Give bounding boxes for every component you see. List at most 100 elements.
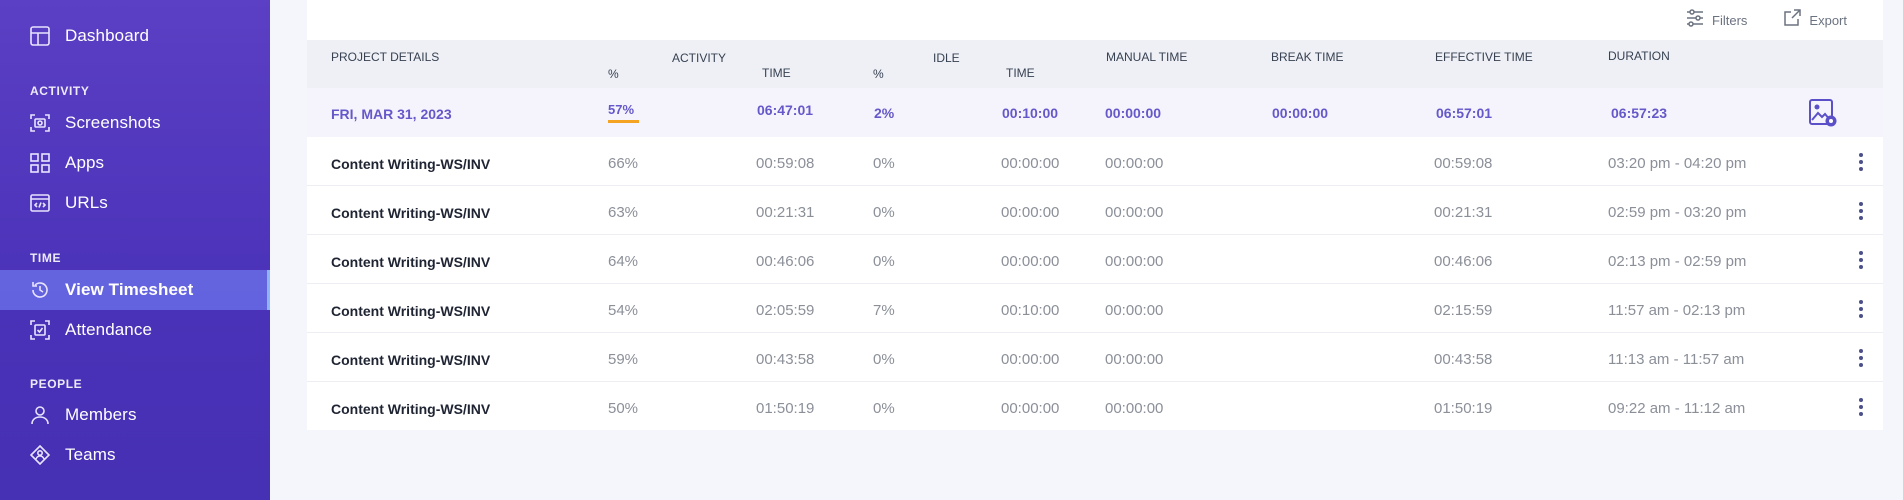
idle-time: 00:00:00: [1001, 351, 1060, 368]
table-row[interactable]: Content Writing-WS/INV 54% 02:05:59 7% 0…: [307, 284, 1883, 333]
sidebar-item-label: Attendance: [65, 320, 153, 339]
section-title-activity: ACTIVITY: [30, 84, 90, 98]
header-idle: IDLE: [933, 51, 960, 65]
activity-time: 01:50:19: [756, 400, 815, 417]
day-idle-percent: 2%: [874, 105, 895, 121]
activity-bar: [608, 120, 639, 123]
duration-range: 11:57 am - 02:13 pm: [1608, 302, 1746, 319]
header-effective-time: EFFECTIVE TIME: [1435, 50, 1533, 64]
sidebar-item-label: View Timesheet: [65, 280, 194, 299]
activity-time: 00:59:08: [756, 155, 815, 172]
activity-percent: 59%: [608, 351, 639, 368]
effective-time: 00:21:31: [1434, 204, 1493, 221]
header-idle-time: TIME: [1006, 66, 1035, 80]
sidebar-item-label: Teams: [65, 445, 116, 464]
table-row[interactable]: Content Writing-WS/INV 59% 00:43:58 0% 0…: [307, 333, 1883, 382]
export-icon: [1783, 8, 1802, 32]
row-menu-icon[interactable]: [1854, 398, 1868, 416]
row-menu-icon[interactable]: [1854, 349, 1868, 367]
filters-label: Filters: [1712, 12, 1748, 28]
sidebar-item-teams[interactable]: Teams: [0, 435, 270, 475]
manual-time: 00:00:00: [1105, 204, 1164, 221]
sidebar-item-view-timesheet[interactable]: View Timesheet: [0, 270, 270, 310]
row-menu-icon[interactable]: [1854, 300, 1868, 318]
sidebar-item-dashboard[interactable]: Dashboard: [0, 16, 270, 56]
idle-percent: 0%: [873, 204, 895, 221]
teams-icon: [29, 444, 51, 466]
idle-percent: 0%: [873, 400, 895, 417]
sidebar-item-attendance[interactable]: Attendance: [0, 310, 270, 350]
screenshot-icon: [29, 112, 51, 134]
manual-time: 00:00:00: [1105, 253, 1164, 270]
idle-percent: 0%: [873, 155, 895, 172]
idle-time: 00:10:00: [1001, 302, 1060, 319]
project-name: Content Writing-WS/INV: [331, 156, 491, 172]
day-duration: 06:57:23: [1611, 105, 1668, 121]
attendance-icon: [29, 319, 51, 341]
idle-time: 00:00:00: [1001, 400, 1060, 417]
header-activity-time: TIME: [762, 66, 791, 80]
section-title-time: TIME: [30, 251, 62, 265]
sidebar-item-apps[interactable]: Apps: [0, 143, 270, 183]
effective-time: 01:50:19: [1434, 400, 1493, 417]
activity-percent: 50%: [608, 400, 639, 417]
filters-button[interactable]: Filters: [1686, 8, 1748, 32]
activity-percent: 64%: [608, 253, 639, 270]
header-break-time: BREAK TIME: [1271, 50, 1344, 64]
effective-time: 02:15:59: [1434, 302, 1493, 319]
sidebar-item-screenshots[interactable]: Screenshots: [0, 103, 270, 143]
activity-time: 00:46:06: [756, 253, 815, 270]
header-manual-time: MANUAL TIME: [1106, 50, 1188, 64]
manual-time: 00:00:00: [1105, 155, 1164, 172]
duration-range: 09:22 am - 11:12 am: [1608, 400, 1746, 417]
day-break-time: 00:00:00: [1272, 105, 1329, 121]
header-duration: DURATION: [1608, 49, 1670, 63]
table-toolbar: Filters Export: [1686, 0, 1883, 40]
project-name: Content Writing-WS/INV: [331, 352, 491, 368]
row-menu-icon[interactable]: [1854, 153, 1868, 171]
export-label: Export: [1809, 12, 1847, 28]
table-row[interactable]: Content Writing-WS/INV 64% 00:46:06 0% 0…: [307, 235, 1883, 284]
sidebar-item-label: Members: [65, 405, 137, 424]
activity-percent: 63%: [608, 204, 639, 221]
timesheet-clock-icon: [29, 279, 51, 301]
idle-percent: 7%: [873, 302, 895, 319]
view-screenshots-icon[interactable]: [1808, 98, 1838, 128]
member-icon: [29, 404, 51, 426]
timesheet-card: Filters Export PROJECT DETAILS % ACTIVIT…: [307, 0, 1883, 430]
effective-time: 00:43:58: [1434, 351, 1493, 368]
row-menu-icon[interactable]: [1854, 251, 1868, 269]
duration-range: 02:13 pm - 02:59 pm: [1608, 253, 1747, 270]
header-project-details: PROJECT DETAILS: [331, 50, 440, 64]
duration-range: 11:13 am - 11:57 am: [1608, 351, 1745, 368]
filters-icon: [1686, 8, 1704, 32]
project-name: Content Writing-WS/INV: [331, 401, 491, 417]
duration-range: 02:59 pm - 03:20 pm: [1608, 204, 1747, 221]
export-button[interactable]: Export: [1783, 8, 1847, 32]
project-name: Content Writing-WS/INV: [331, 303, 491, 319]
duration-range: 03:20 pm - 04:20 pm: [1608, 155, 1747, 172]
table-header: PROJECT DETAILS % ACTIVITY TIME % IDLE T…: [307, 40, 1883, 88]
activity-time: 00:21:31: [756, 204, 815, 221]
activity-percent: 66%: [608, 155, 639, 172]
row-menu-icon[interactable]: [1854, 202, 1868, 220]
sidebar-item-members[interactable]: Members: [0, 395, 270, 435]
sidebar-item-label: URLs: [65, 193, 108, 212]
manual-time: 00:00:00: [1105, 400, 1164, 417]
table-row[interactable]: Content Writing-WS/INV 66% 00:59:08 0% 0…: [307, 137, 1883, 186]
manual-time: 00:00:00: [1105, 351, 1164, 368]
idle-time: 00:00:00: [1001, 253, 1060, 270]
header-activity-percent: %: [608, 67, 619, 81]
activity-time: 00:43:58: [756, 351, 815, 368]
day-activity-percent: 57%: [608, 102, 635, 117]
manual-time: 00:00:00: [1105, 302, 1164, 319]
project-name: Content Writing-WS/INV: [331, 254, 491, 270]
dashboard-icon: [29, 25, 51, 47]
table-row[interactable]: Content Writing-WS/INV 63% 00:21:31 0% 0…: [307, 186, 1883, 235]
url-browser-icon: [29, 192, 51, 214]
project-name: Content Writing-WS/INV: [331, 205, 491, 221]
sidebar-item-urls[interactable]: URLs: [0, 183, 270, 223]
table-row[interactable]: Content Writing-WS/INV 50% 01:50:19 0% 0…: [307, 382, 1883, 431]
activity-time: 02:05:59: [756, 302, 815, 319]
idle-percent: 0%: [873, 351, 895, 368]
